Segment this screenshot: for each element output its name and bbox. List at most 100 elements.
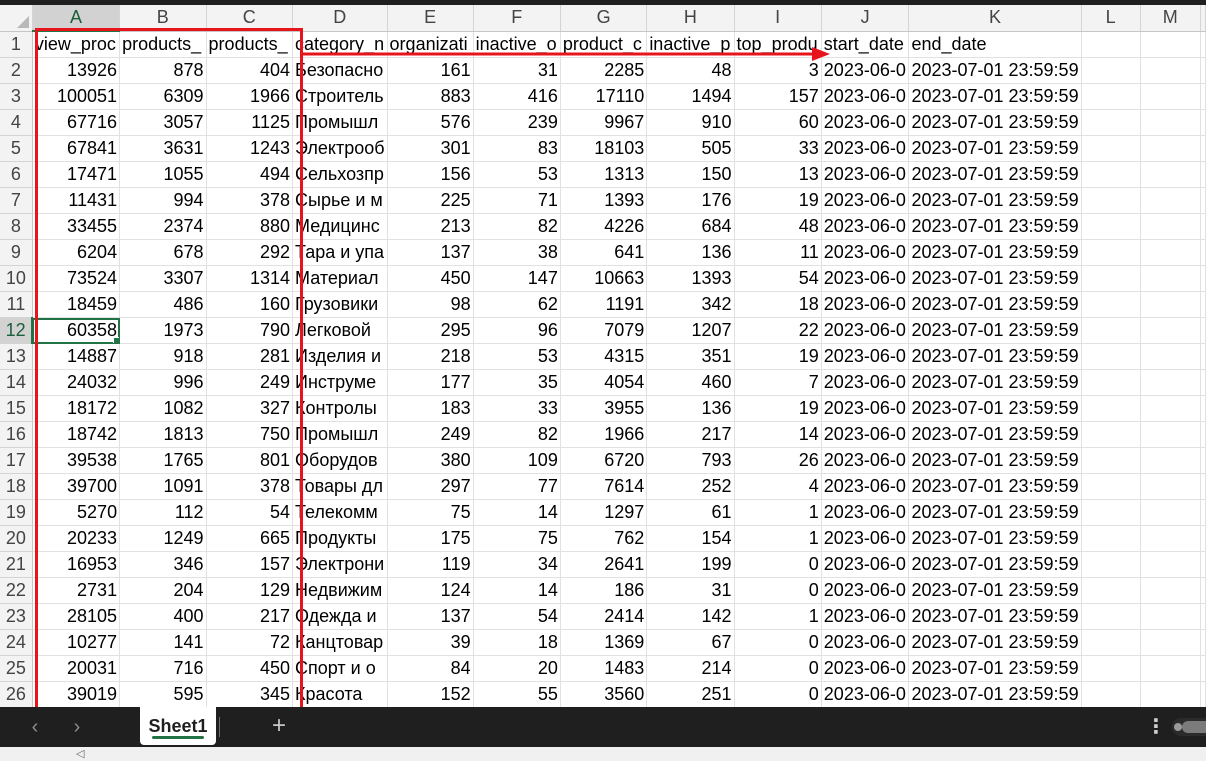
add-sheet-icon[interactable]: + [266,713,292,739]
column-header-g[interactable]: G [560,5,648,32]
cell-blank[interactable] [1200,291,1206,318]
row-header[interactable]: 17 [0,447,33,474]
cell-h1[interactable]: inactive_p [646,31,735,58]
cell-i19[interactable]: 1 [734,499,822,526]
cell-e19[interactable]: 75 [387,499,474,526]
cell-f22[interactable]: 14 [473,577,561,604]
cell-a23[interactable]: 28105 [32,603,121,630]
cell-i12[interactable]: 22 [734,317,822,344]
cell-e4[interactable]: 576 [387,109,474,136]
cell-k10[interactable]: 2023-07-01 23:59:59 [908,265,1082,292]
cell-i3[interactable]: 157 [734,83,822,110]
cell-m10[interactable] [1140,265,1202,292]
cell-j22[interactable]: 2023-06-0 [821,577,910,604]
cell-l12[interactable] [1081,317,1141,344]
cell-l19[interactable] [1081,499,1141,526]
cell-g22[interactable]: 186 [560,577,648,604]
cell-e16[interactable]: 249 [387,421,474,448]
cell-l26[interactable] [1081,681,1141,707]
cell-a10[interactable]: 73524 [32,265,121,292]
cell-j26[interactable]: 2023-06-0 [821,681,910,707]
cell-b12[interactable]: 1973 [119,317,207,344]
cell-blank[interactable] [1200,473,1206,500]
cell-m21[interactable] [1140,551,1202,578]
cell-f4[interactable]: 239 [473,109,561,136]
cell-a20[interactable]: 20233 [32,525,121,552]
cell-f6[interactable]: 53 [473,161,561,188]
cell-f25[interactable]: 20 [473,655,561,682]
cell-c8[interactable]: 880 [206,213,294,240]
cell-h7[interactable]: 176 [646,187,735,214]
cell-b15[interactable]: 1082 [119,395,207,422]
column-header-k[interactable]: K [908,5,1082,32]
cell-c4[interactable]: 1125 [206,109,294,136]
cell-g19[interactable]: 1297 [560,499,648,526]
cell-d9[interactable]: Тара и упа [292,239,388,266]
cell-k24[interactable]: 2023-07-01 23:59:59 [908,629,1082,656]
row-header[interactable]: 10 [0,265,33,292]
cell-c19[interactable]: 54 [206,499,294,526]
cell-k21[interactable]: 2023-07-01 23:59:59 [908,551,1082,578]
cell-a18[interactable]: 39700 [32,473,121,500]
cell-d12[interactable]: Легковой [292,317,388,344]
row-header[interactable]: 3 [0,83,33,110]
cell-h5[interactable]: 505 [646,135,735,162]
cell-e22[interactable]: 124 [387,577,474,604]
cell-d17[interactable]: Оборудов [292,447,388,474]
row-header[interactable]: 9 [0,239,33,266]
cell-l13[interactable] [1081,343,1141,370]
cell-j23[interactable]: 2023-06-0 [821,603,910,630]
cell-h11[interactable]: 342 [646,291,735,318]
cell-a26[interactable]: 39019 [32,681,121,707]
cell-h26[interactable]: 251 [646,681,735,707]
row-header[interactable]: 22 [0,577,33,604]
cell-e14[interactable]: 177 [387,369,474,396]
cell-h8[interactable]: 684 [646,213,735,240]
cell-h2[interactable]: 48 [646,57,735,84]
cell-e21[interactable]: 119 [387,551,474,578]
cell-i26[interactable]: 0 [734,681,822,707]
cell-k1[interactable]: end_date [908,31,1082,58]
cell-a21[interactable]: 16953 [32,551,121,578]
cell-l15[interactable] [1081,395,1141,422]
select-all-corner[interactable] [0,5,33,32]
cell-d25[interactable]: Спорт и о [292,655,388,682]
cell-blank[interactable] [1200,317,1206,344]
cell-j3[interactable]: 2023-06-0 [821,83,910,110]
cell-k5[interactable]: 2023-07-01 23:59:59 [908,135,1082,162]
cell-c11[interactable]: 160 [206,291,294,318]
cell-b8[interactable]: 2374 [119,213,207,240]
cell-d19[interactable]: Телекомм [292,499,388,526]
cell-m6[interactable] [1140,161,1202,188]
cell-e5[interactable]: 301 [387,135,474,162]
cell-f2[interactable]: 31 [473,57,561,84]
cell-c14[interactable]: 249 [206,369,294,396]
cell-i7[interactable]: 19 [734,187,822,214]
cell-c7[interactable]: 378 [206,187,294,214]
cell-c26[interactable]: 345 [206,681,294,707]
cell-f19[interactable]: 14 [473,499,561,526]
cell-k8[interactable]: 2023-07-01 23:59:59 [908,213,1082,240]
row-header[interactable]: 19 [0,499,33,526]
cell-c23[interactable]: 217 [206,603,294,630]
cell-l5[interactable] [1081,135,1141,162]
cell-blank[interactable] [1200,681,1206,707]
cell-l14[interactable] [1081,369,1141,396]
row-header[interactable]: 2 [0,57,33,84]
cell-a22[interactable]: 2731 [32,577,121,604]
cell-i1[interactable]: top_produ [734,31,822,58]
cell-l25[interactable] [1081,655,1141,682]
cell-d15[interactable]: Контролы [292,395,388,422]
cell-blank[interactable] [1200,265,1206,292]
cell-e7[interactable]: 225 [387,187,474,214]
row-header[interactable]: 4 [0,109,33,136]
cell-d22[interactable]: Недвижим [292,577,388,604]
cell-h6[interactable]: 150 [646,161,735,188]
cell-j24[interactable]: 2023-06-0 [821,629,910,656]
cell-c3[interactable]: 1966 [206,83,294,110]
cell-a12[interactable]: 60358 [32,317,121,344]
cell-c15[interactable]: 327 [206,395,294,422]
cell-blank[interactable] [1200,31,1206,58]
cell-a17[interactable]: 39538 [32,447,121,474]
cell-d20[interactable]: Продукты [292,525,388,552]
